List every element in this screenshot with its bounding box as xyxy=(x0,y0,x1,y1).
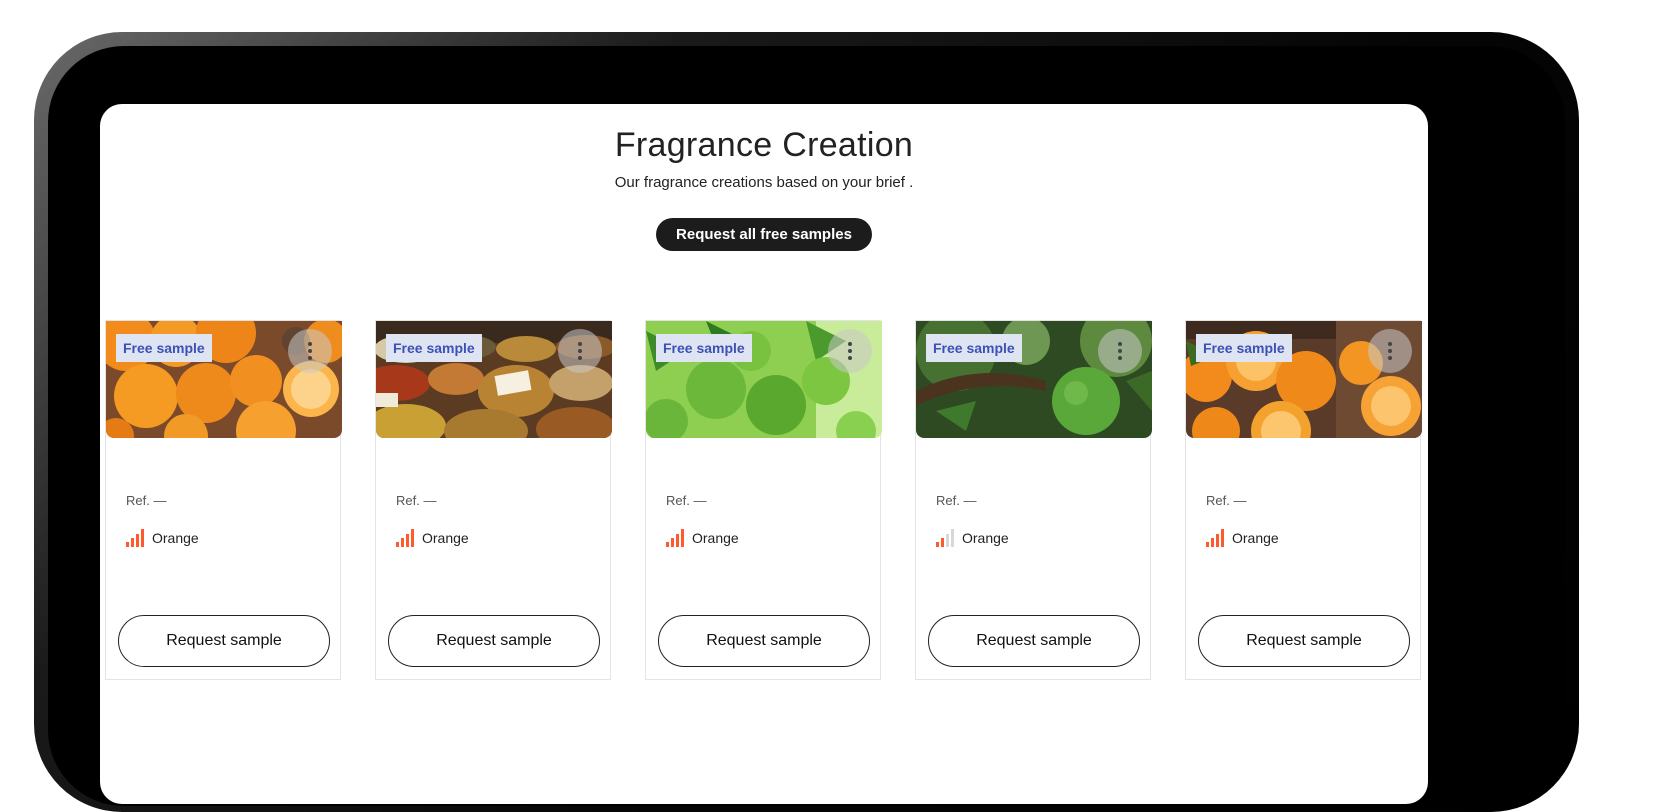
page-title: Fragrance Creation xyxy=(614,126,914,164)
request-sample-button[interactable]: Request sample xyxy=(928,615,1140,667)
fragrance-card: Free sample Ref. — Orange Request sample xyxy=(915,320,1152,680)
free-sample-badge: Free sample xyxy=(656,334,752,362)
intensity-indicator: Orange xyxy=(396,527,469,547)
reference-label: Ref. — xyxy=(1206,493,1247,508)
intensity-indicator: Orange xyxy=(1206,527,1279,547)
screen: Fragrance Creation Our fragrance creatio… xyxy=(100,104,1428,804)
intensity-indicator: Orange xyxy=(126,527,199,547)
fragrance-card: Free sample Ref. — Orange Request sample xyxy=(645,320,882,680)
kebab-menu-icon xyxy=(308,342,312,360)
fragrance-image-tangerines: Free sample xyxy=(1186,321,1422,438)
intensity-indicator: Orange xyxy=(666,527,739,547)
note-label: Orange xyxy=(422,530,469,546)
reference-label: Ref. — xyxy=(126,493,167,508)
reference-label: Ref. — xyxy=(396,493,437,508)
free-sample-badge: Free sample xyxy=(116,334,212,362)
kebab-menu-icon xyxy=(848,342,852,360)
fragrance-card: Free sample Ref. — Orange Request sample xyxy=(105,320,342,680)
more-options-button[interactable] xyxy=(828,329,872,373)
signal-bars-icon xyxy=(936,529,954,547)
more-options-button[interactable] xyxy=(558,329,602,373)
fragrance-card: Free sample Ref. — Orange Request sample xyxy=(1185,320,1422,680)
signal-bars-icon xyxy=(126,529,144,547)
reference-label: Ref. — xyxy=(936,493,977,508)
signal-bars-icon xyxy=(1206,529,1224,547)
free-sample-badge: Free sample xyxy=(926,334,1022,362)
request-sample-button[interactable]: Request sample xyxy=(658,615,870,667)
note-label: Orange xyxy=(692,530,739,546)
fragrance-image-green-citrus: Free sample xyxy=(646,321,882,438)
kebab-menu-icon xyxy=(578,342,582,360)
more-options-button[interactable] xyxy=(1098,329,1142,373)
note-label: Orange xyxy=(1232,530,1279,546)
fragrance-image-spices: Free sample xyxy=(376,321,612,438)
note-label: Orange xyxy=(152,530,199,546)
signal-bars-icon xyxy=(666,529,684,547)
signal-bars-icon xyxy=(396,529,414,547)
kebab-menu-icon xyxy=(1388,342,1392,360)
request-all-samples-button[interactable]: Request all free samples xyxy=(656,218,872,251)
free-sample-badge: Free sample xyxy=(1196,334,1292,362)
request-sample-button[interactable]: Request sample xyxy=(118,615,330,667)
more-options-button[interactable] xyxy=(1368,329,1412,373)
free-sample-badge: Free sample xyxy=(386,334,482,362)
request-sample-button[interactable]: Request sample xyxy=(388,615,600,667)
more-options-button[interactable] xyxy=(288,329,332,373)
intensity-indicator: Orange xyxy=(936,527,1009,547)
reference-label: Ref. — xyxy=(666,493,707,508)
fragrance-image-oranges: Free sample xyxy=(106,321,342,438)
page-subtitle: Our fragrance creations based on your br… xyxy=(614,174,914,191)
fragrance-card: Free sample Ref. — Orange Request sample xyxy=(375,320,612,680)
kebab-menu-icon xyxy=(1118,342,1122,360)
request-sample-button[interactable]: Request sample xyxy=(1198,615,1410,667)
fragrance-image-green-fruit-tree: Free sample xyxy=(916,321,1152,438)
note-label: Orange xyxy=(962,530,1009,546)
